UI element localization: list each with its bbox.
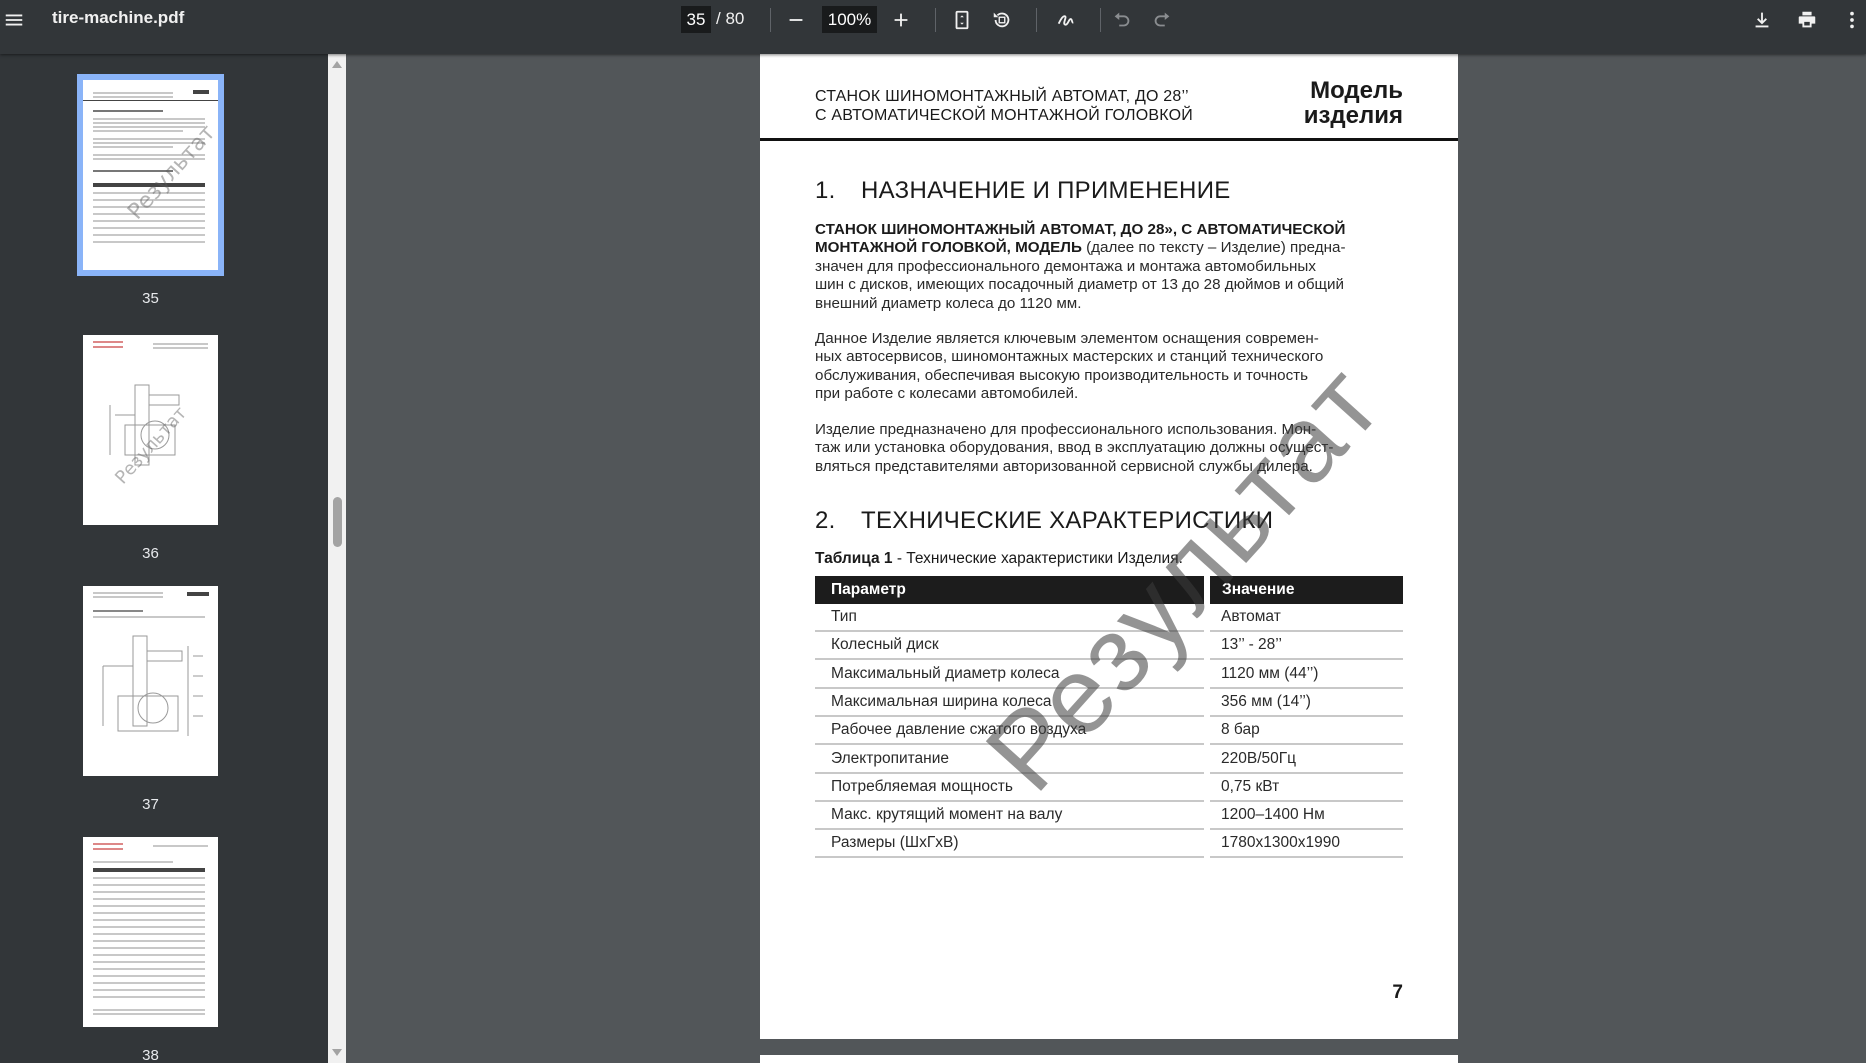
page-total: / 80 xyxy=(716,9,745,28)
p2-line: при работе с колесами автомобилей. xyxy=(815,385,1079,403)
zoom-out-icon[interactable] xyxy=(778,2,814,38)
p3-line: вляться представителями авторизованной с… xyxy=(815,457,1313,475)
page-number: 7 xyxy=(1392,982,1403,1003)
section-1-title: НАЗНАЧЕНИЕ И ПРИМЕНЕНИЕ xyxy=(861,177,1231,204)
table-header-value: Значение xyxy=(1210,576,1403,604)
section-1-heading: 1. НАЗНАЧЕНИЕ И ПРИМЕНЕНИЕ xyxy=(815,177,1231,205)
p2-line: обслуживания, обеспечивая высокую произв… xyxy=(815,366,1309,384)
section-2-heading: 2. ТЕХНИЧЕСКИЕ ХАРАКТЕРИСТИКИ xyxy=(815,507,1273,535)
table-header-param: Параметр xyxy=(815,576,1204,604)
menu-icon[interactable] xyxy=(0,2,32,38)
section-2-number: 2. xyxy=(815,507,836,534)
header-divider xyxy=(760,138,1458,141)
table-cell-param: Тип xyxy=(815,604,1204,632)
thumbnail-page-36[interactable]: Результат xyxy=(83,335,218,525)
caption-text: - Технические характеристики Изделия. xyxy=(892,550,1183,567)
header-model-line-2: изделия xyxy=(1303,102,1403,129)
pdf-toolbar: tire-machine.pdf 35 / 80 100% xyxy=(0,0,1866,54)
fit-page-icon[interactable] xyxy=(944,2,980,38)
header-line-1: СТАНОК ШИНОМОНТАЖНЫЙ АВТОМАТ, ДО 28’’ xyxy=(815,88,1189,105)
table-caption: Таблица 1 - Технические характеристики И… xyxy=(815,550,1183,568)
pdf-page: СТАНОК ШИНОМОНТАЖНЫЙ АВТОМАТ, ДО 28’’ С … xyxy=(760,54,1458,1039)
thumbnail-drawing xyxy=(109,384,180,466)
p1-bold: СТАНОК ШИНОМОНТАЖНЫЙ АВТОМАТ, ДО 28», С … xyxy=(815,221,1346,238)
table-cell-param: Электропитание xyxy=(815,746,1204,774)
table-cell-value: Автомат xyxy=(1210,604,1403,632)
table-cell-param: Колесный диск xyxy=(815,632,1204,661)
page-header-title: СТАНОК ШИНОМОНТАЖНЫЙ АВТОМАТ, ДО 28’’ С … xyxy=(815,87,1193,125)
download-icon[interactable] xyxy=(1744,2,1780,38)
table-cell-param: Потребляемая мощность xyxy=(815,774,1204,802)
thumbnail-label-37: 37 xyxy=(142,796,159,813)
undo-icon[interactable] xyxy=(1104,2,1140,38)
thumbnail-label-35: 35 xyxy=(142,290,159,307)
header-line-2: С АВТОМАТИЧЕСКОЙ МОНТАЖНОЙ ГОЛОВКОЙ xyxy=(815,107,1193,124)
paragraph-2: Данное Изделие является ключевым элемент… xyxy=(815,330,1405,404)
table-cell-param: Рабочее давление сжатого воздуха xyxy=(815,717,1204,746)
paragraph-3: Изделие предназначено для профессиональн… xyxy=(815,421,1405,476)
p3-line: Изделие предназначено для профессиональн… xyxy=(815,421,1317,438)
thumbnail-watermark: Результат xyxy=(123,120,221,225)
next-pdf-page xyxy=(760,1055,1458,1063)
toolbar-divider xyxy=(935,8,936,32)
document-viewer[interactable]: СТАНОК ШИНОМОНТАЖНЫЙ АВТОМАТ, ДО 28’’ С … xyxy=(346,54,1866,1063)
p1-line: шин с дисков, имеющих посадочный диаметр… xyxy=(815,276,1345,294)
section-2-title: ТЕХНИЧЕСКИЕ ХАРАКТЕРИСТИКИ xyxy=(861,507,1274,534)
annotate-icon[interactable] xyxy=(1048,2,1084,38)
table-cell-value: 0,75 кВт xyxy=(1210,774,1403,802)
section-1-number: 1. xyxy=(815,177,836,204)
table-cell-value: 8 бар xyxy=(1210,717,1403,746)
caption-label: Таблица 1 xyxy=(815,550,893,567)
p1-line: (далее по тексту – Изделие) предна- xyxy=(1081,239,1346,257)
p1-bold-2: МОНТАЖНОЙ ГОЛОВКОЙ, МОДЕЛЬ xyxy=(815,239,1082,257)
page-number-input[interactable]: 35 xyxy=(681,6,711,33)
table-cell-param: Максимальный диаметр колеса xyxy=(815,661,1204,689)
scroll-down-icon[interactable] xyxy=(331,1047,343,1057)
rotate-icon[interactable] xyxy=(984,2,1020,38)
sidebar-scrollbar-thumb[interactable] xyxy=(333,497,342,547)
table-cell-value: 1200–1400 Нм xyxy=(1210,802,1403,831)
thumbnail-sidebar: Результат 35 Результат 36 37 38 xyxy=(0,54,328,1063)
p3-line: таж или установка оборудования, ввод в э… xyxy=(815,439,1334,457)
thumbnail-page-38[interactable] xyxy=(83,837,218,1027)
toolbar-divider xyxy=(1036,8,1037,32)
table-cell-param: Размеры (ШхГхВ) xyxy=(815,830,1204,859)
redo-icon[interactable] xyxy=(1144,2,1180,38)
p2-line: ных автосервисов, шиномонтажных мастерск… xyxy=(815,348,1324,366)
print-icon[interactable] xyxy=(1789,2,1825,38)
more-icon[interactable] xyxy=(1834,2,1866,38)
table-cell-value: 220В/50Гц xyxy=(1210,746,1403,774)
thumbnail-page-37[interactable] xyxy=(83,586,218,776)
zoom-in-icon[interactable] xyxy=(883,2,919,38)
scroll-up-icon[interactable] xyxy=(331,60,343,70)
table-cell-value: 356 мм (14’’) xyxy=(1210,689,1403,717)
toolbar-divider xyxy=(1100,8,1101,32)
thumbnail-drawing xyxy=(102,635,203,736)
toolbar-divider xyxy=(770,8,771,32)
table-cell-param: Максимальная ширина колеса xyxy=(815,689,1204,717)
sidebar-scrollbar[interactable] xyxy=(328,54,346,1063)
table-cell-value: 13’’ - 28’’ xyxy=(1210,632,1403,661)
table-cell-value: 1120 мм (44’’) xyxy=(1210,661,1403,689)
table-cell-param: Макс. крутящий момент на валу xyxy=(815,802,1204,831)
p1-line: значен для профессионального демонтажа и… xyxy=(815,257,1316,275)
thumbnail-page-35[interactable]: Результат xyxy=(77,74,224,276)
p1-line: внешний диаметр колеса до 1120 мм. xyxy=(815,294,1082,312)
table-cell-value: 1780х1300х1990 xyxy=(1210,830,1403,859)
header-model-line-1: Модель xyxy=(1310,77,1403,104)
p2-line: Данное Изделие является ключевым элемент… xyxy=(815,330,1319,347)
zoom-level-input[interactable]: 100% xyxy=(822,6,877,33)
paragraph-1: СТАНОК ШИНОМОНТАЖНЫЙ АВТОМАТ, ДО 28», С … xyxy=(815,221,1405,313)
page-header-model: Модель изделия xyxy=(1304,78,1403,128)
file-name: tire-machine.pdf xyxy=(52,8,185,27)
thumbnail-label-38: 38 xyxy=(142,1047,159,1063)
thumbnail-label-36: 36 xyxy=(142,545,159,562)
